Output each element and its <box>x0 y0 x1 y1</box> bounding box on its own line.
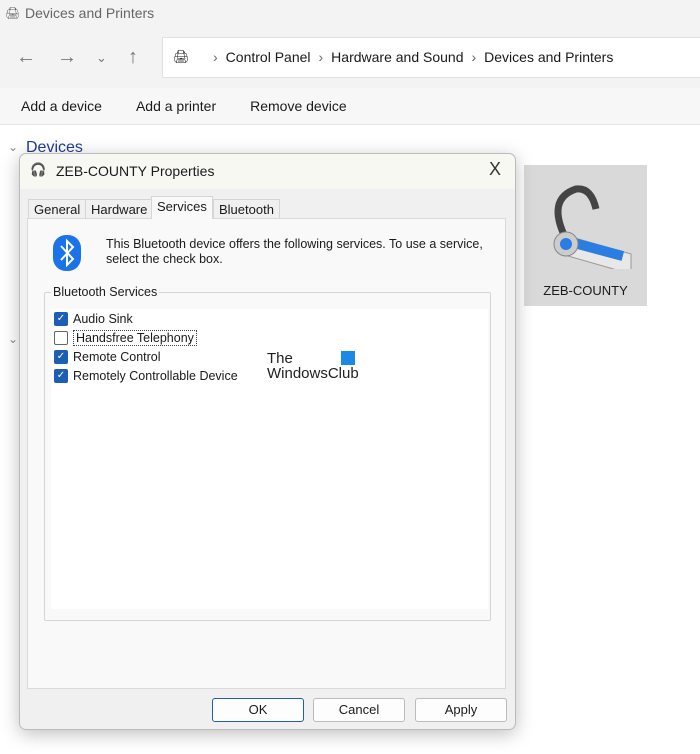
recent-chevron-down-icon[interactable]: ⌄ <box>96 50 107 66</box>
remove-device-button[interactable]: Remove device <box>250 98 347 124</box>
forward-arrow-icon[interactable]: → <box>57 46 77 69</box>
service-remotely-controllable-device[interactable]: ✓ Remotely Controllable Device <box>54 366 238 385</box>
navigation-bar: ← → ⌄ ↑ 🖨 › Control Panel › Hardware and S… <box>0 28 700 88</box>
watermark-line2: WindowsClub <box>267 365 359 382</box>
services-panel: This Bluetooth device offers the followi… <box>27 218 506 689</box>
service-label: Remotely Controllable Device <box>73 368 238 383</box>
service-audio-sink[interactable]: ✓ Audio Sink <box>54 309 133 328</box>
apply-button[interactable]: Apply <box>415 698 507 722</box>
service-label: Remote Control <box>73 349 161 364</box>
headset-icon: 🎧 <box>30 162 47 177</box>
address-bar[interactable]: 🖨 › Control Panel › Hardware and Sound › De… <box>162 37 700 78</box>
up-arrow-icon[interactable]: ↑ <box>128 46 138 69</box>
tab-general[interactable]: General <box>28 199 87 219</box>
tab-hardware[interactable]: Hardware <box>85 199 154 219</box>
checkbox[interactable]: ✓ <box>54 311 68 326</box>
window-title: Devices and Printers <box>25 5 155 21</box>
service-handsfree-telephony[interactable]: Handsfree Telephony <box>54 328 197 347</box>
checkbox[interactable]: ✓ <box>54 368 68 383</box>
tab-services[interactable]: Services <box>151 196 213 219</box>
close-button[interactable]: X <box>489 159 501 180</box>
group-label: Bluetooth Services <box>51 285 160 299</box>
services-description: This Bluetooth device offers the followi… <box>106 237 483 266</box>
dialog-title: ZEB-COUNTY Properties <box>56 163 215 179</box>
chevron-down-icon[interactable]: ⌄ <box>8 332 18 346</box>
cancel-button[interactable]: Cancel <box>313 698 405 722</box>
watermark-logo-icon <box>341 351 355 365</box>
service-remote-control[interactable]: ✓ Remote Control <box>54 347 161 366</box>
tab-bluetooth[interactable]: Bluetooth <box>213 199 280 219</box>
headset-icon <box>553 185 632 269</box>
command-bar: Add a device Add a printer Remove device <box>0 88 700 125</box>
dialog-titlebar: 🎧 ZEB-COUNTY Properties X <box>20 154 515 189</box>
bluetooth-services-group: Bluetooth Services ✓ Audio Sink Handsfree… <box>44 285 491 621</box>
device-tile[interactable]: ZEB-COUNTY <box>524 165 647 306</box>
breadcrumb-item[interactable]: Control Panel <box>226 49 311 77</box>
checkbox[interactable] <box>54 330 68 345</box>
breadcrumb-item[interactable]: Hardware and Sound <box>331 49 463 77</box>
service-label: Handsfree Telephony <box>73 329 197 346</box>
control-panel-icon: 🖨 <box>173 49 190 64</box>
chevron-down-icon[interactable]: ⌄ <box>8 140 18 154</box>
devices-printers-icon: 🖨 <box>5 6 21 20</box>
back-arrow-icon[interactable]: ← <box>16 46 36 69</box>
ok-button[interactable]: OK <box>212 698 304 722</box>
breadcrumb-item[interactable]: Devices and Printers <box>484 49 613 77</box>
add-device-button[interactable]: Add a device <box>21 98 102 124</box>
device-name: ZEB-COUNTY <box>543 283 628 298</box>
properties-dialog: 🎧 ZEB-COUNTY Properties X General Hardwa… <box>19 153 516 730</box>
service-label: Audio Sink <box>73 311 133 326</box>
window-titlebar: 🖨 Devices and Printers <box>0 0 700 28</box>
add-printer-button[interactable]: Add a printer <box>136 98 216 124</box>
bluetooth-icon <box>53 235 81 271</box>
services-list: ✓ Audio Sink Handsfree Telephony ✓ Remote … <box>51 309 488 609</box>
checkbox[interactable]: ✓ <box>54 349 68 364</box>
watermark: The WindowsClub <box>267 351 359 381</box>
